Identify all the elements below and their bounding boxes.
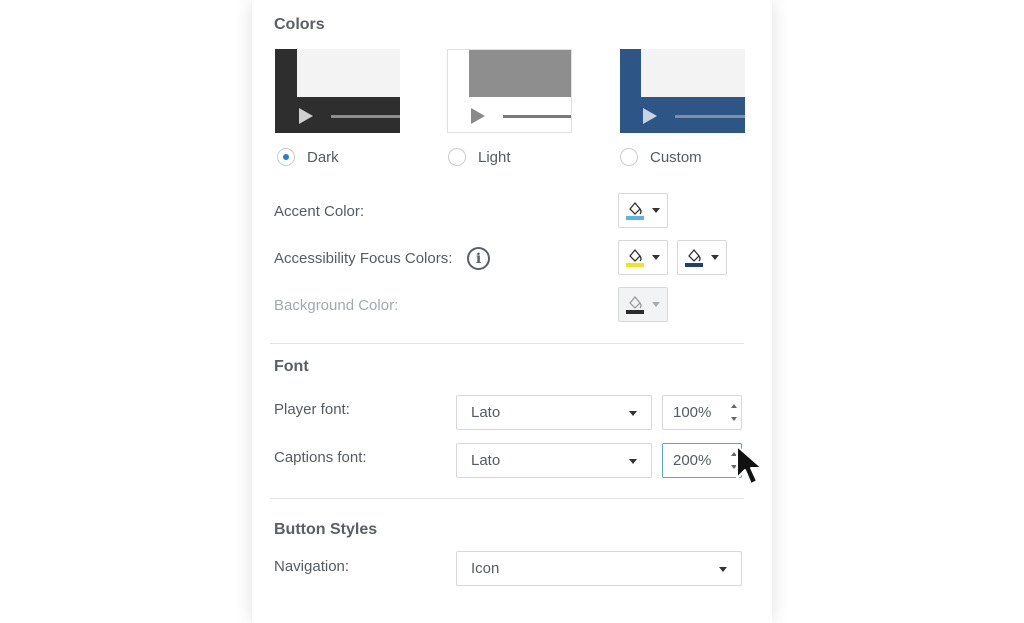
chevron-down-icon	[719, 567, 727, 572]
chevron-down-icon	[652, 208, 660, 213]
seek-bar	[331, 115, 400, 118]
theme-radio-custom[interactable]: Custom	[620, 145, 702, 169]
focus-color-primary-button[interactable]	[618, 240, 668, 275]
captions-font-select[interactable]: Lato	[456, 443, 652, 478]
accent-swatch	[626, 215, 644, 220]
accessibility-focus-label: Accessibility Focus Colors:	[274, 250, 453, 267]
paint-bucket-icon	[685, 247, 703, 269]
stepper-down-icon[interactable]	[731, 417, 737, 421]
theme-preview-light[interactable]	[447, 49, 572, 133]
accent-color-button[interactable]	[618, 193, 668, 228]
button-styles-section-title: Button Styles	[274, 521, 378, 538]
background-color-label: Background Color:	[274, 297, 399, 314]
theme-radio-light[interactable]: Light	[448, 145, 511, 169]
player-font-size-input[interactable]: 100%	[662, 395, 742, 430]
navigation-value: Icon	[471, 560, 500, 577]
player-properties-panel: Colors Dark Light Custom Accent Color: A…	[252, 0, 772, 623]
radio-label: Custom	[650, 148, 702, 166]
background-swatch	[626, 309, 644, 314]
preview-screen	[469, 50, 571, 97]
player-font-select[interactable]: Lato	[456, 395, 652, 430]
play-icon	[471, 108, 485, 124]
theme-preview-dark[interactable]	[275, 49, 400, 133]
play-icon	[299, 108, 313, 124]
mouse-cursor-icon	[736, 445, 763, 485]
navigation-label: Navigation:	[274, 558, 350, 575]
colors-section-title: Colors	[274, 16, 325, 33]
radio-button[interactable]	[620, 148, 638, 166]
focus-primary-swatch	[626, 262, 644, 267]
background-color-button	[618, 287, 668, 322]
player-font-size-value: 100%	[673, 404, 712, 421]
radio-button[interactable]	[277, 148, 295, 166]
radio-button[interactable]	[448, 148, 466, 166]
focus-secondary-swatch	[685, 262, 703, 267]
play-icon	[643, 108, 657, 124]
accent-color-label: Accent Color:	[274, 203, 365, 220]
chevron-down-icon	[652, 302, 660, 307]
chevron-down-icon	[629, 411, 637, 416]
captions-font-label: Captions font:	[274, 449, 367, 466]
preview-screen	[297, 49, 400, 97]
chevron-down-icon	[652, 255, 660, 260]
chevron-down-icon	[629, 459, 637, 464]
player-font-label: Player font:	[274, 401, 350, 418]
theme-radio-dark[interactable]: Dark	[277, 145, 339, 169]
section-divider	[270, 498, 744, 499]
focus-color-secondary-button[interactable]	[677, 240, 727, 275]
section-divider	[270, 343, 744, 344]
paint-bucket-icon	[626, 247, 644, 269]
size-stepper[interactable]	[727, 396, 741, 429]
paint-bucket-icon	[626, 200, 644, 222]
captions-font-size-value: 200%	[673, 452, 712, 469]
radio-label: Light	[478, 148, 511, 166]
seek-bar	[675, 115, 745, 118]
captions-font-size-input[interactable]: 200%	[662, 443, 742, 478]
stepper-up-icon[interactable]	[731, 404, 737, 408]
radio-label: Dark	[307, 148, 339, 166]
captions-font-value: Lato	[471, 452, 501, 469]
font-section-title: Font	[274, 358, 309, 375]
seek-bar	[503, 115, 571, 118]
player-font-value: Lato	[471, 404, 501, 421]
paint-bucket-icon	[626, 294, 644, 316]
preview-screen	[641, 49, 745, 97]
theme-preview-custom[interactable]	[620, 49, 745, 133]
chevron-down-icon	[711, 255, 719, 260]
navigation-select[interactable]: Icon	[456, 551, 742, 586]
info-icon[interactable]: i	[467, 247, 490, 270]
